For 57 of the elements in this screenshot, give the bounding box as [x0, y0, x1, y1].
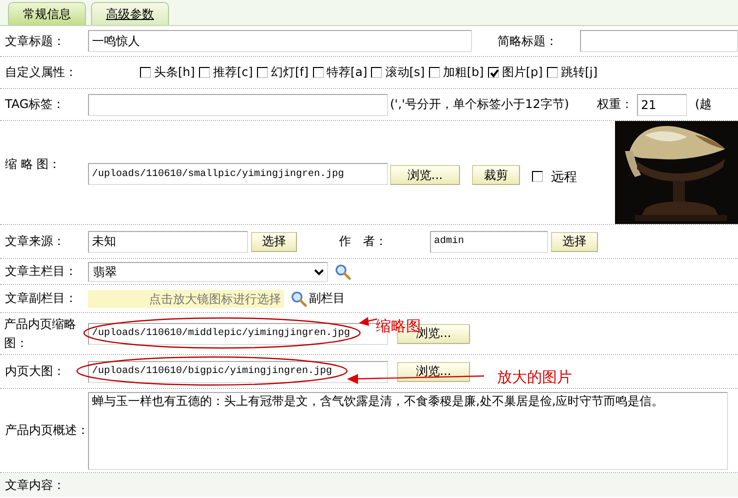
- arrow-annotation: [358, 316, 378, 328]
- checkbox-label: 特荐[a]: [326, 65, 368, 80]
- field-label: 缩 略 图：: [5, 157, 62, 172]
- field-label: 作 者：: [339, 234, 388, 249]
- crop-button[interactable]: 裁剪: [472, 165, 520, 185]
- field-label: 产品内页缩略图：: [3, 316, 77, 352]
- checkbox-label: 跳转[j]: [560, 65, 598, 80]
- field-label: 内页大图：: [5, 364, 66, 379]
- hint-text: (越: [695, 97, 712, 112]
- browse-button[interactable]: 浏览...: [390, 165, 460, 185]
- author-field[interactable]: admin: [430, 230, 548, 252]
- checkbox-label: 滚动[s]: [385, 65, 425, 80]
- search-icon[interactable]: [335, 264, 351, 280]
- tab[interactable]: 常规信息: [8, 2, 86, 25]
- checkbox[interactable]: [546, 67, 558, 78]
- checkbox[interactable]: [198, 67, 210, 78]
- search-icon[interactable]: [291, 290, 307, 306]
- weight-field[interactable]: 21: [637, 94, 688, 116]
- checkbox-label: 图片[p]: [502, 65, 543, 80]
- tag-field[interactable]: [88, 94, 388, 116]
- link-text[interactable]: 副栏目: [309, 291, 345, 306]
- checkbox[interactable]: [256, 67, 268, 78]
- title-field[interactable]: 一鸣惊人: [88, 30, 472, 52]
- field-label: 产品内页概述：: [5, 423, 88, 438]
- checkbox-label: 推荐[c]: [212, 65, 253, 80]
- checkbox[interactable]: [428, 67, 440, 78]
- select-button[interactable]: 选择: [551, 232, 598, 252]
- annotation-text: 放大的图片: [497, 368, 572, 386]
- checkbox-label: 头条[h]: [154, 65, 195, 80]
- field-label: 简略标题：: [497, 34, 558, 48]
- select-button[interactable]: 选择: [251, 232, 297, 252]
- checkbox-label: 远程: [551, 170, 577, 186]
- field-label: 权重：: [597, 97, 634, 112]
- short-title-field[interactable]: [580, 30, 738, 52]
- checkbox-label: 幻灯[f]: [270, 65, 309, 80]
- image-path-field[interactable]: /uploads/110610/bigpic/yimingjingren.jpg: [88, 360, 388, 382]
- field-label: 文章副栏目：: [5, 291, 78, 306]
- column-select[interactable]: 翡翠: [88, 262, 328, 282]
- field-label: 文章主栏目：: [5, 264, 78, 279]
- checkbox-label: 加粗[b]: [442, 65, 484, 80]
- browse-button[interactable]: 浏览...: [397, 362, 470, 382]
- checkbox[interactable]: [312, 67, 324, 78]
- checkbox[interactable]: [488, 67, 499, 78]
- field-label: 文章来源：: [5, 234, 66, 249]
- source-field[interactable]: 未知: [88, 230, 248, 252]
- field-label: TAG标签：: [5, 97, 66, 112]
- field-label: 文章内容：: [5, 478, 66, 492]
- hint-text: (','号分开，单个标签小于12字节): [390, 97, 570, 112]
- summary-field[interactable]: 蝉与玉一样也有五德的：头上有冠带是文，含气饮露是清，不食黍稷是廉,处不巢居是俭,应时守节而鸣是信。: [88, 392, 728, 470]
- sub-column-field[interactable]: 点击放大镜图标进行选择: [88, 290, 284, 308]
- field-label: 自定义属性：: [5, 65, 78, 80]
- thumbnail-path-field[interactable]: /uploads/110610/smallpic/yimingjingren.jpg: [88, 163, 388, 185]
- checkbox[interactable]: [371, 67, 382, 78]
- checkbox[interactable]: [532, 171, 543, 182]
- tab[interactable]: 高级参数: [91, 2, 169, 25]
- field-label: 文章标题：: [5, 34, 66, 48]
- checkbox[interactable]: [140, 67, 151, 78]
